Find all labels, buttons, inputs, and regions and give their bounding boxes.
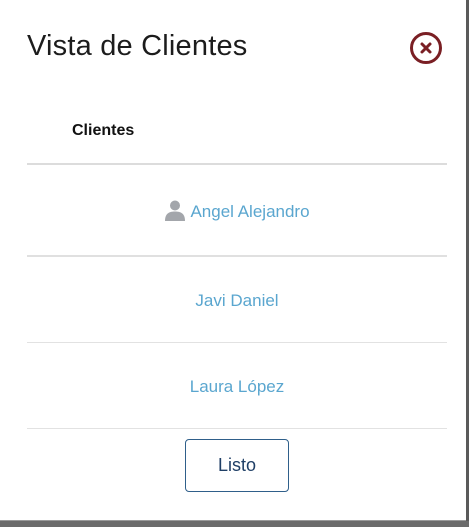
- row-divider: [27, 342, 447, 343]
- clients-modal: Vista de Clientes Clientes Angel Alejand…: [0, 0, 466, 521]
- client-row: Laura López: [27, 377, 447, 397]
- backdrop-shadow-bottom: [0, 521, 469, 527]
- client-link[interactable]: Laura López: [190, 377, 285, 396]
- client-row: Angel Alejandro: [27, 199, 447, 226]
- header-divider: [27, 163, 447, 165]
- close-circle-icon: [410, 32, 442, 64]
- client-link[interactable]: Angel Alejandro: [190, 202, 309, 221]
- client-link[interactable]: Javi Daniel: [195, 291, 278, 310]
- row-divider: [27, 255, 447, 257]
- person-icon: [164, 199, 186, 226]
- close-button[interactable]: [409, 31, 443, 65]
- footer-divider: [27, 428, 447, 429]
- done-button[interactable]: Listo: [185, 439, 289, 492]
- modal-title: Vista de Clientes: [27, 30, 248, 62]
- clients-column-header: Clientes: [72, 122, 135, 139]
- client-row: Javi Daniel: [27, 291, 447, 311]
